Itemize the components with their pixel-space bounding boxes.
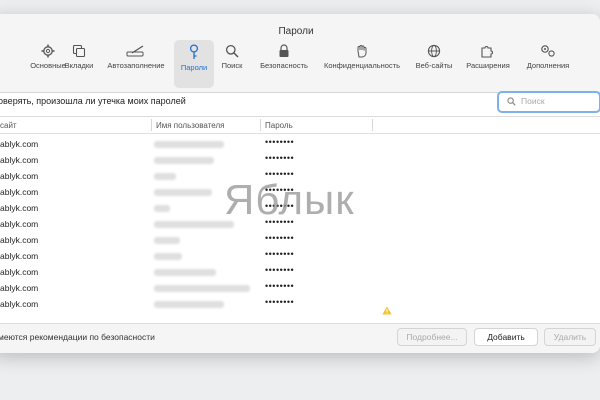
site-cell: ablyk.com bbox=[0, 267, 39, 277]
lock-icon bbox=[279, 44, 289, 57]
tab-security[interactable]: Безопасность bbox=[256, 42, 312, 88]
column-header-username[interactable]: Имя пользователя bbox=[156, 121, 224, 130]
username-cell-blurred bbox=[154, 253, 182, 260]
site-cell: ablyk.com bbox=[0, 219, 39, 229]
tab-security-label: Безопасность bbox=[260, 61, 308, 70]
username-cell-blurred bbox=[154, 285, 250, 292]
table-row[interactable]: ablyk.com •••••••• bbox=[0, 264, 600, 280]
gears-icon bbox=[541, 45, 555, 57]
tab-advanced-label: Дополнения bbox=[526, 61, 570, 70]
username-cell-blurred bbox=[154, 189, 212, 196]
site-cell: ablyk.com bbox=[0, 139, 39, 149]
tab-passwords-label: Пароли bbox=[180, 63, 208, 72]
username-cell-blurred bbox=[154, 221, 234, 228]
password-cell: •••••••• bbox=[265, 265, 295, 275]
tab-websites-label: Веб-сайты bbox=[415, 61, 453, 70]
site-cell: ablyk.com bbox=[0, 283, 39, 293]
globe-icon bbox=[427, 44, 441, 58]
table-row[interactable]: ablyk.com •••••••• bbox=[0, 136, 600, 152]
tab-autofill-label: Автозаполнение bbox=[107, 61, 165, 70]
add-button[interactable]: Добавить bbox=[474, 328, 538, 346]
leak-check-label[interactable]: оверять, произошла ли утечка моих пароле… bbox=[0, 96, 186, 106]
site-cell: ablyk.com bbox=[0, 171, 39, 181]
tab-search[interactable]: Поиск bbox=[218, 42, 246, 88]
tab-general[interactable]: Основные bbox=[30, 42, 66, 88]
gear-icon bbox=[41, 44, 55, 58]
hand-icon bbox=[357, 45, 367, 58]
table-row[interactable]: ablyk.com •••••••• bbox=[0, 248, 600, 264]
search-field[interactable]: Поиск bbox=[497, 91, 600, 113]
titlebar: Пароли Основные Вкладки Автозаполнение П… bbox=[0, 14, 600, 93]
column-divider bbox=[151, 119, 152, 131]
puzzle-icon bbox=[481, 46, 493, 58]
table-row[interactable]: ablyk.com •••••••• bbox=[0, 296, 600, 312]
column-divider bbox=[372, 119, 373, 131]
site-cell: ablyk.com bbox=[0, 203, 39, 213]
username-cell-blurred bbox=[154, 157, 214, 164]
table-row[interactable]: ablyk.com •••••••• bbox=[0, 152, 600, 168]
column-header-password[interactable]: Пароль bbox=[265, 121, 293, 130]
site-cell: ablyk.com bbox=[0, 251, 39, 261]
username-cell-blurred bbox=[154, 205, 170, 212]
tab-privacy-label: Конфиденциальность bbox=[323, 61, 401, 70]
search-placeholder: Поиск bbox=[521, 96, 545, 106]
column-header-site[interactable]: сайт bbox=[0, 121, 17, 130]
autofill-pen-icon bbox=[126, 45, 144, 57]
table-row[interactable]: ablyk.com •••••••• bbox=[0, 232, 600, 248]
tab-passwords[interactable]: Пароли bbox=[174, 40, 214, 88]
warning-icon[interactable] bbox=[382, 306, 392, 315]
password-cell: •••••••• bbox=[265, 233, 295, 243]
password-cell: •••••••• bbox=[265, 297, 295, 307]
tab-tabs-label: Вкладки bbox=[64, 61, 94, 70]
tab-search-label: Поиск bbox=[221, 61, 243, 70]
tab-tabs[interactable]: Вкладки bbox=[62, 42, 96, 88]
window-title: Пароли bbox=[278, 26, 314, 37]
site-cell: ablyk.com bbox=[0, 299, 39, 309]
delete-button[interactable]: Удалить bbox=[544, 328, 596, 346]
table-row[interactable]: ablyk.com •••••••• bbox=[0, 280, 600, 296]
watermark-logo: Яблык bbox=[224, 176, 355, 223]
tab-general-label: Основные bbox=[30, 61, 66, 70]
username-cell-blurred bbox=[154, 237, 180, 244]
tab-privacy[interactable]: Конфиденциальность bbox=[320, 42, 404, 88]
search-icon bbox=[507, 97, 516, 106]
column-divider bbox=[260, 119, 261, 131]
table-header: сайт Имя пользователя Пароль bbox=[0, 117, 600, 134]
tab-extensions[interactable]: Расширения bbox=[462, 42, 514, 88]
tab-advanced[interactable]: Дополнения bbox=[522, 42, 574, 88]
username-cell-blurred bbox=[154, 173, 176, 180]
security-recommendations-note[interactable]: меются рекомендации по безопасности bbox=[0, 332, 155, 342]
tab-extensions-label: Расширения bbox=[466, 61, 510, 70]
site-cell: ablyk.com bbox=[0, 187, 39, 197]
password-cell: •••••••• bbox=[265, 249, 295, 259]
username-cell-blurred bbox=[154, 269, 216, 276]
password-cell: •••••••• bbox=[265, 281, 295, 291]
username-cell-blurred bbox=[154, 141, 224, 148]
tab-autofill[interactable]: Автозаполнение bbox=[104, 42, 168, 88]
password-cell: •••••••• bbox=[265, 137, 295, 147]
password-cell: •••••••• bbox=[265, 153, 295, 163]
site-cell: ablyk.com bbox=[0, 155, 39, 165]
username-cell-blurred bbox=[154, 301, 224, 308]
key-icon bbox=[189, 44, 199, 59]
footer-bar: меются рекомендации по безопасности Подр… bbox=[0, 324, 600, 353]
details-button[interactable]: Подробнее... bbox=[397, 328, 467, 346]
site-cell: ablyk.com bbox=[0, 235, 39, 245]
tab-websites[interactable]: Веб-сайты bbox=[412, 42, 456, 88]
search-icon bbox=[225, 44, 239, 58]
tabs-icon bbox=[72, 44, 86, 58]
